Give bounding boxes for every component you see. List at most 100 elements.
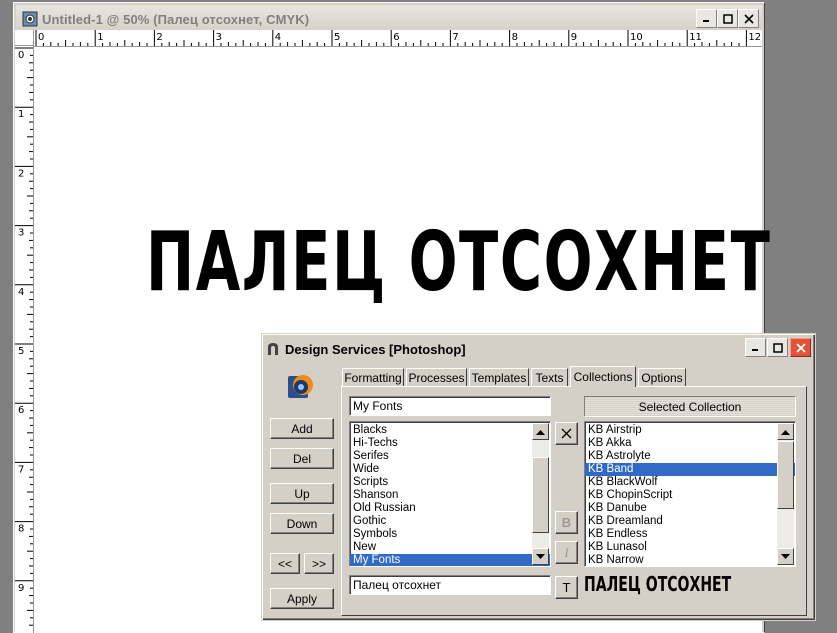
close-button[interactable] [738,9,759,28]
chevron-up-icon [781,429,790,435]
ruler-label: 6 [18,405,24,416]
collection-list-item[interactable]: New [350,541,550,554]
ruler-label: 11 [689,32,702,43]
dialog-maximize-button[interactable] [767,338,788,357]
collection-list-item[interactable]: Serifes [350,450,550,463]
tab-formatting[interactable]: Formatting [342,368,404,386]
dialog-close-button[interactable] [790,338,811,357]
collection-list-item[interactable]: Wide [350,463,550,476]
chevron-down-icon [536,553,545,559]
ruler-label: 7 [452,32,458,43]
minimize-icon [752,349,758,351]
font-list-item[interactable]: KB BlackWolf [585,476,795,489]
chevron-down-icon [781,553,790,559]
collection-list-item[interactable]: Blacks [350,424,550,437]
font-list-item[interactable]: KB Lunasol [585,541,795,554]
scroll-down-button[interactable] [532,548,549,565]
ruler-label: 5 [18,346,24,357]
ruler-label: 1 [18,109,24,120]
font-list-item[interactable]: KB Akka [585,437,795,450]
collection-list-item[interactable]: Shanson [350,489,550,502]
close-icon [795,342,806,353]
dialog-app-icon [268,343,278,355]
bold-button[interactable]: B [555,511,578,534]
font-list-item[interactable]: KB Dreamland [585,515,795,528]
ruler-horizontal[interactable]: 0 1 2 3 4 5 6 7 8 9 10 11 12 [34,30,762,47]
minimize-button[interactable] [696,9,717,28]
ruler-corner[interactable] [15,30,34,46]
ruler-label: 10 [630,32,643,43]
collection-list-item[interactable]: Hi-Techs [350,437,550,450]
tab-processes[interactable]: Processes [406,368,467,386]
fonts-scrollbar[interactable] [777,423,794,565]
tab-options[interactable]: Options [638,368,686,386]
next-button[interactable]: >> [304,553,334,574]
photoshop-eye-icon [22,11,38,27]
chevron-up-icon [536,429,545,435]
ruler-label: 6 [393,32,399,43]
tab-collections[interactable]: Collections [570,366,636,387]
ruler-label: 4 [18,287,24,298]
font-list-item[interactable]: KB Airstrip [585,424,795,437]
ruler-label: 2 [156,32,162,43]
collection-list-item[interactable]: Gothic [350,515,550,528]
font-list-item[interactable]: KB ChopinScript [585,489,795,502]
collection-list-item[interactable]: Old Russian [350,502,550,515]
text-button[interactable]: T [555,576,578,599]
up-button[interactable]: Up [270,483,334,504]
add-button[interactable]: Add [270,418,334,439]
ruler-label: 3 [216,32,222,43]
scroll-up-button[interactable] [777,423,794,440]
collections-list-items: Blacks Hi-Techs Serifes Wide Scripts Shanson O… [350,422,550,566]
ruler-vertical-ticks: 0 1 2 3 4 5 6 7 8 9 [15,47,33,626]
tab-templates[interactable]: Templates [469,368,529,386]
ruler-horizontal-ticks: 0 1 2 3 4 5 6 7 8 9 10 11 12 [35,30,761,46]
prev-button[interactable]: << [270,553,300,574]
ruler-label: 9 [571,32,577,43]
down-button[interactable]: Down [270,513,334,534]
ruler-label: 0 [18,50,24,61]
close-icon [743,13,754,24]
font-list-item[interactable]: KB Danube [585,502,795,515]
scroll-down-button[interactable] [777,548,794,565]
font-list-item[interactable]: KB Band [585,463,795,476]
ruler-vertical[interactable]: 0 1 2 3 4 5 6 7 8 9 [15,46,34,633]
document-titlebar[interactable]: Untitled-1 @ 50% (Палец отсохнет, CMYK) [16,5,762,33]
dialog-minimize-button[interactable] [745,338,766,357]
maximize-button[interactable] [717,9,738,28]
apply-button[interactable]: Apply [270,588,334,609]
font-preview: ПАЛЕЦ ОТСОХНЕТ [584,572,732,596]
ruler-label: 1 [97,32,103,43]
scroll-thumb[interactable] [777,441,794,509]
fonts-list[interactable]: KB Airstrip KB Akka KB Astrolyte KB Band KB … [584,421,796,567]
collection-list-item[interactable]: My Fonts [350,554,550,566]
collection-list-item[interactable]: Symbols [350,528,550,541]
font-list-item[interactable]: KB Endless [585,528,795,541]
font-list-item[interactable]: KB Narrow [585,554,795,566]
ruler-label: 8 [512,32,518,43]
ruler-label: 7 [18,464,24,475]
collections-list[interactable]: Blacks Hi-Techs Serifes Wide Scripts Shanson O… [349,421,551,567]
collections-scrollbar[interactable] [532,423,549,565]
collection-list-item[interactable]: Scripts [350,476,550,489]
collection-name-input[interactable]: My Fonts [349,396,551,416]
italic-button[interactable]: I [555,541,578,564]
ruler-label: 2 [18,168,24,179]
canvas-text-layer[interactable]: ПАЛЕЦ ОТСОХНЕТ [146,215,771,310]
ruler-label: 12 [748,32,761,43]
fonts-list-items: KB Airstrip KB Akka KB Astrolyte KB Band KB … [585,422,795,566]
scroll-thumb[interactable] [532,457,549,533]
del-button[interactable]: Del [270,448,334,469]
scroll-up-button[interactable] [532,423,549,440]
ruler-label: 8 [18,524,24,535]
tab-texts[interactable]: Texts [531,368,568,386]
font-list-item[interactable]: KB Astrolyte [585,450,795,463]
maximize-icon [722,13,733,24]
dialog-titlebar[interactable]: Design Services [Photoshop] [265,337,812,361]
remove-from-collection-button[interactable] [555,422,578,445]
remove-icon [561,428,572,439]
dialog-title: Design Services [Photoshop] [285,341,466,357]
ruler-label: 9 [18,583,24,594]
selected-collection-header: Selected Collection [584,396,796,417]
sample-text-input[interactable]: Палец отсохнет [349,575,551,595]
